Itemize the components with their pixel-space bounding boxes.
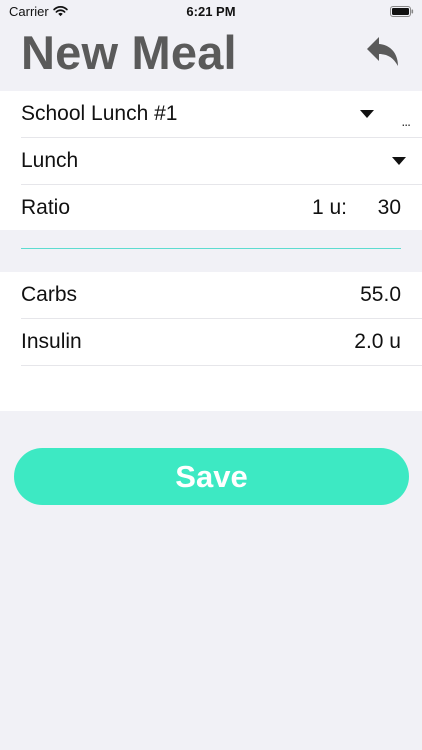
carbs-row: Carbs 55.0 [0,272,422,318]
insulin-label: Insulin [21,330,82,353]
meal-type-value: Lunch [21,149,79,172]
accent-divider [21,248,401,249]
page-title: New Meal [21,26,237,79]
row-divider [21,365,422,366]
battery-icon [390,6,414,17]
save-button[interactable]: Save [14,448,409,505]
meal-select-row[interactable]: School Lunch #1 ... [0,91,422,137]
status-bar: Carrier 6:21 PM [0,0,422,24]
carbs-label: Carbs [21,283,78,306]
ratio-label: Ratio [21,196,71,219]
insulin-value[interactable]: 2.0 u [354,330,401,354]
status-time: 6:21 PM [186,4,236,19]
ratio-prefix: 1 u: [311,196,347,219]
carbs-value[interactable]: 55.0 [360,283,401,307]
meal-totals-panel: Carbs 55.0 Insulin 2.0 u [0,272,422,411]
meal-type-select-row[interactable]: Lunch [0,138,422,184]
more-options-button[interactable]: ... [401,113,411,129]
chevron-down-icon[interactable] [392,157,406,165]
meal-select-value: School Lunch #1 [21,102,178,125]
reply-arrow-icon[interactable] [365,35,401,69]
meal-settings-panel: School Lunch #1 ... Lunch Ratio 1 u: 30 [0,91,422,230]
chevron-down-icon[interactable] [360,110,374,118]
insulin-row: Insulin 2.0 u [0,319,422,365]
ratio-row: Ratio 1 u: 30 [0,185,422,231]
ratio-value[interactable]: 30 [378,196,401,220]
